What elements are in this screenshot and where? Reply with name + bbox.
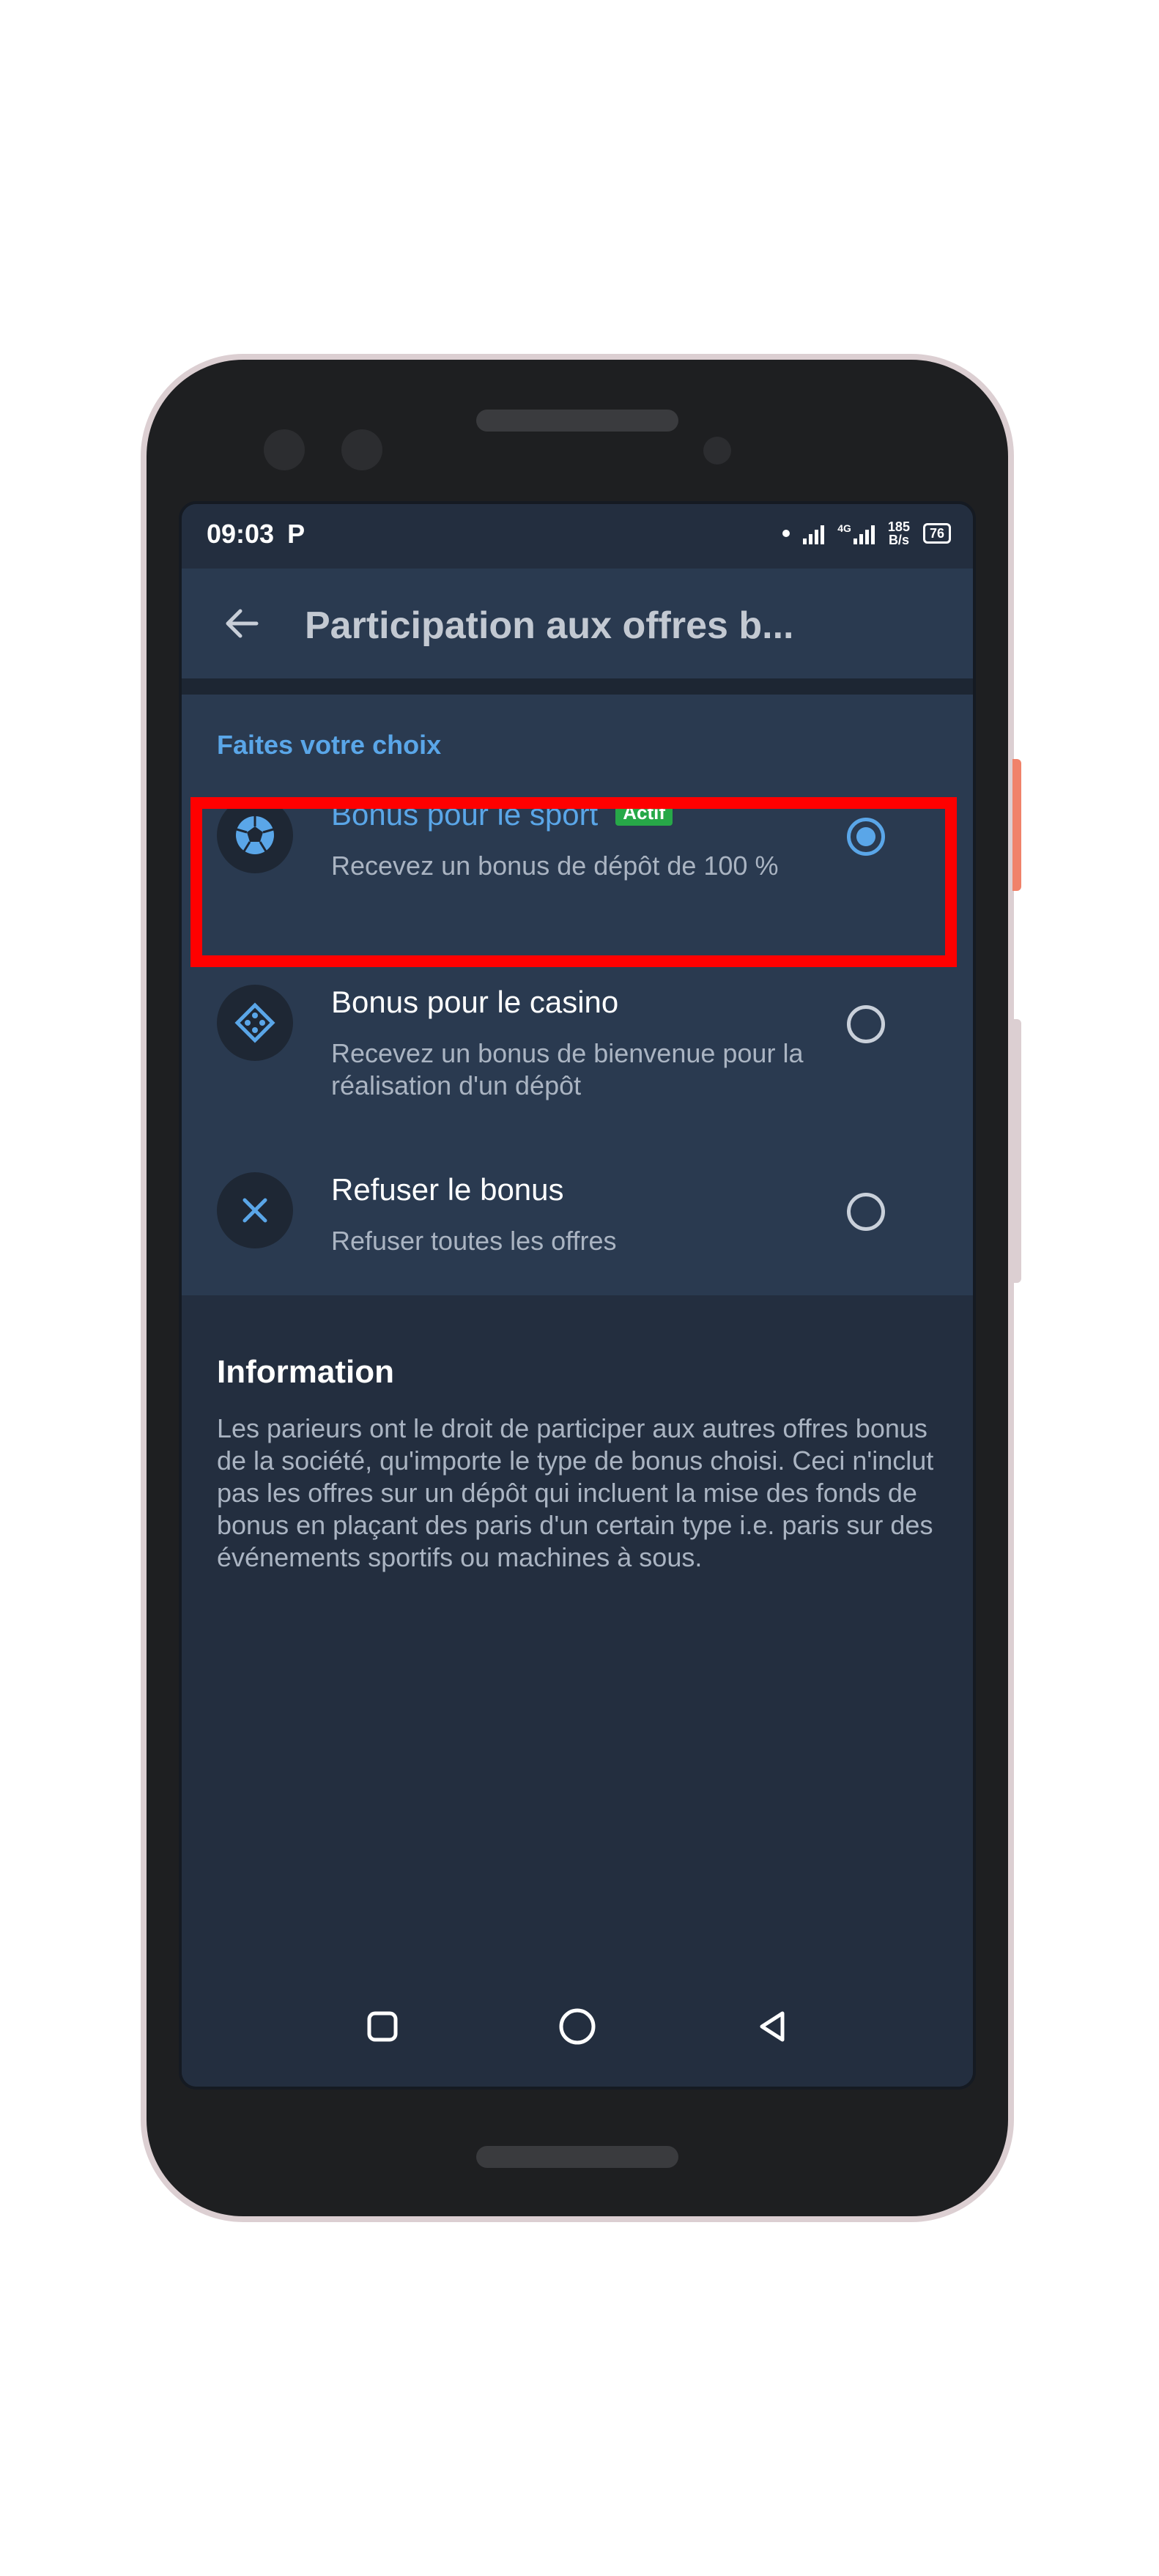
status-time: 09:03 P [207,519,305,549]
option-description: Refuser toutes les offres [331,1226,617,1256]
option-casino-bonus[interactable]: Bonus pour le casino Recevez un bonus de… [182,985,973,1146]
back-nav-icon[interactable] [750,2005,794,2048]
system-nav-bar [182,1977,973,2087]
notification-icon: P [287,519,306,549]
network-speed: 185 B/s [888,520,910,547]
status-icons: 4G 185 B/s 76 [782,520,951,547]
radio-unselected[interactable] [847,1193,885,1231]
notification-dot-icon [782,530,790,537]
section-label: Faites votre choix [217,730,442,760]
battery-level: 76 [929,526,944,541]
signal-4g-icon: 4G [837,522,875,544]
clock-text: 09:03 [207,519,275,549]
information-title: Information [217,1354,394,1390]
option-title: Refuser le bonus [331,1172,564,1207]
battery-icon: 76 [922,523,951,544]
phone-frame: 09:03 P 4G 185 B/s 76 Participation aux … [141,354,1021,2222]
app-bar: Participation aux offres b... [182,569,973,695]
signal-icon [803,522,825,544]
highlight-annotation [190,797,957,967]
arrow-left-icon[interactable] [220,602,264,645]
page-title: Participation aux offres b... [305,604,794,647]
speed-unit: B/s [888,533,909,547]
proximity-sensor [703,437,731,465]
volume-button [1012,1019,1021,1283]
power-button [1012,759,1021,891]
earpiece-speaker [476,410,678,432]
front-sensor [341,429,382,470]
casino-chip-icon [217,985,293,1061]
bottom-speaker [476,2146,678,2168]
speed-value: 185 [887,519,910,534]
front-camera [264,429,305,470]
close-x-icon [217,1172,293,1248]
information-text: Les parieurs ont le droit de participer … [217,1413,934,1572]
home-icon[interactable] [555,2005,599,2048]
bonus-choice-panel: Faites votre choix Bonus pour le sport Ac… [182,695,973,1295]
option-title: Bonus pour le casino [331,985,619,1019]
radio-unselected[interactable] [847,1005,885,1043]
option-refuse-bonus[interactable]: Refuser le bonus Refuser toutes les offr… [182,1172,973,1333]
option-description: Recevez un bonus de bienvenue pour la ré… [331,1038,804,1100]
status-bar: 09:03 P 4G 185 B/s 76 [182,504,973,569]
network-label: 4G [837,522,851,534]
screen: 09:03 P 4G 185 B/s 76 Participation aux … [179,501,976,2090]
recent-apps-icon[interactable] [360,2005,404,2048]
